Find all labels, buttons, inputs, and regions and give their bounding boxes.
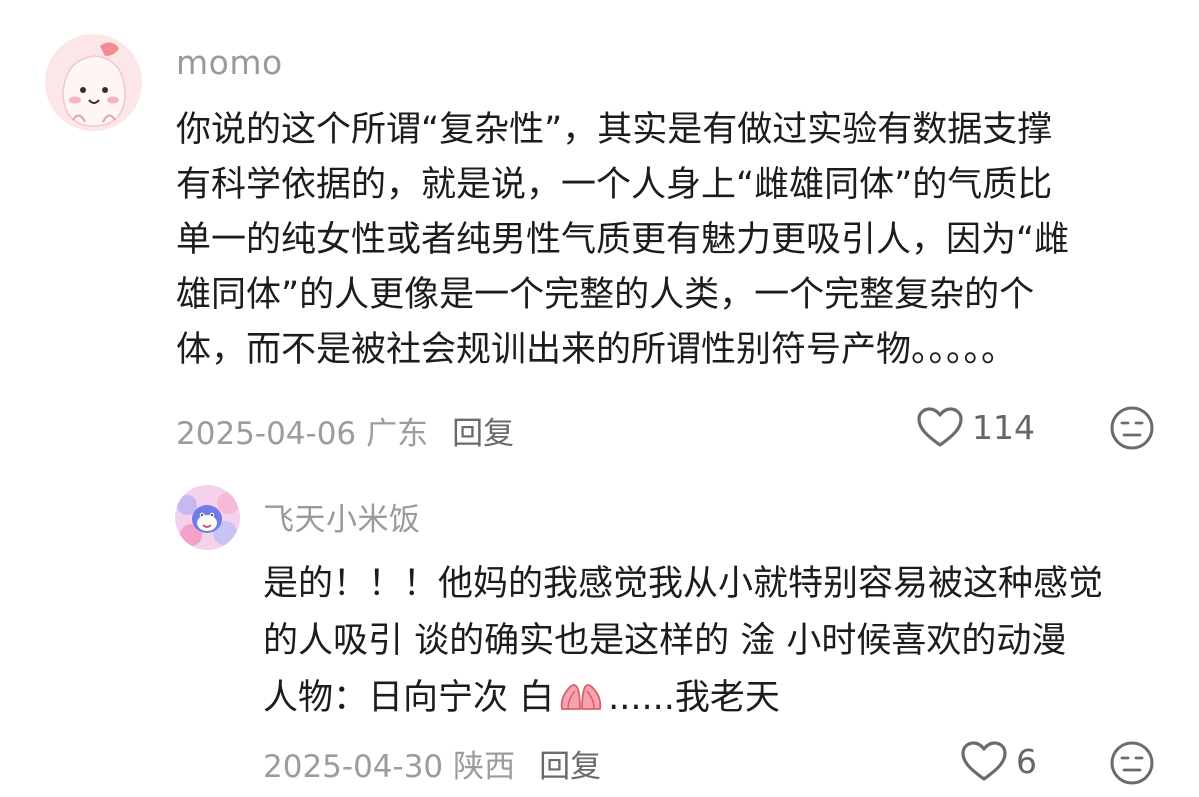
reply-dislike-button[interactable]	[1109, 740, 1155, 790]
reply-button[interactable]: 回复	[452, 416, 514, 452]
comment-line: 雄同体”的人更像是一个完整的人类，一个完整复杂的个	[176, 275, 1035, 315]
praying-hands-emoji	[560, 684, 602, 710]
commenter-username[interactable]: momo	[176, 43, 283, 82]
flat-face-icon	[1110, 741, 1154, 785]
comment-text: 你说的这个所谓“复杂性”，其实是有做过实验有数据支撑 有科学依据的，就是说，一个…	[176, 103, 1166, 378]
reply-like-button[interactable]: 6	[960, 740, 1037, 782]
replier-avatar[interactable]	[175, 485, 240, 550]
flat-face-icon	[1110, 406, 1154, 450]
reply-line: 人物：日向宁次 白 ......我老天	[263, 670, 1168, 727]
heart-outline-icon	[961, 741, 1007, 781]
commenter-avatar[interactable]	[45, 34, 142, 131]
comment-date: 2025-04-06	[176, 416, 357, 452]
heart-outline-icon	[917, 407, 963, 447]
comment-location: 广东	[366, 416, 429, 452]
reply-meta: 2025-04-30 陕西 回复	[263, 741, 601, 786]
comment-line: 你说的这个所谓“复杂性”，其实是有做过实验有数据支撑	[176, 110, 1053, 150]
reply-line-segment: ......我老天	[608, 678, 780, 718]
reply-date: 2025-04-30	[263, 749, 444, 785]
reply-text: 是的！！！他妈的我感觉我从小就特别容易被这种感觉 的人吸引 谈的确实也是这样的 …	[263, 556, 1168, 727]
like-count: 114	[972, 407, 1035, 447]
reply-like-count: 6	[1016, 741, 1037, 781]
like-button[interactable]: 114	[916, 406, 1035, 448]
reply-line: 的人吸引 谈的确实也是这样的 淦 小时候喜欢的动漫	[263, 621, 1067, 661]
comment-line: 单一的纯女性或者纯男性气质更有魅力更吸引人，因为“雌	[176, 220, 1070, 260]
comment-meta: 2025-04-06 广东 回复	[176, 408, 514, 453]
comment-line: 体，而不是被社会规训出来的所谓性别符号产物。。。。。	[176, 330, 1017, 370]
reply-line: 是的！！！他妈的我感觉我从小就特别容易被这种感觉	[263, 564, 1104, 604]
replier-username[interactable]: 飞天小米饭	[263, 494, 421, 539]
reply-location: 陕西	[453, 749, 516, 785]
comment-line: 有科学依据的，就是说，一个人身上“雌雄同体”的气质比	[176, 165, 1053, 205]
dislike-button[interactable]	[1109, 405, 1155, 455]
reply-reply-button[interactable]: 回复	[539, 749, 601, 785]
reply-line-segment: 人物：日向宁次 白	[263, 678, 555, 718]
